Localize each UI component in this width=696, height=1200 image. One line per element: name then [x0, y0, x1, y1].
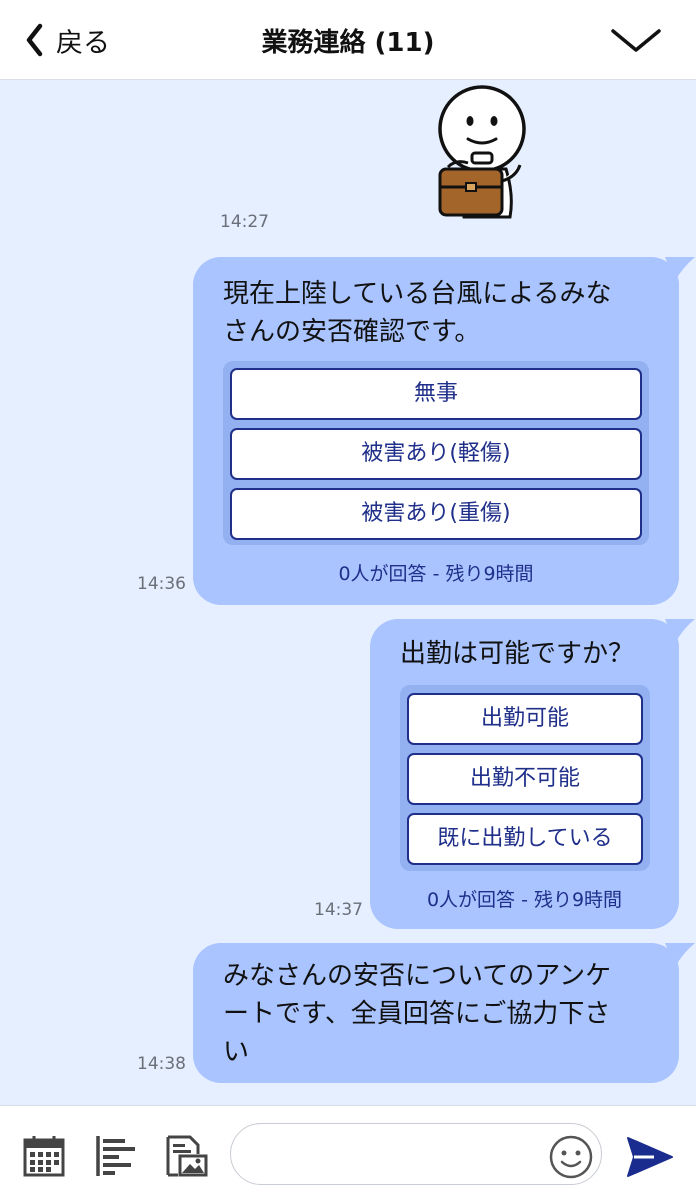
message-time: 14:27 — [220, 212, 269, 232]
message-bubble: 現在上陸している台風によるみな さんの安否確認です。 無事 被害あり(軽傷) 被… — [193, 257, 695, 605]
message-text: 現在上陸している台風によるみな さんの安否確認です。 — [223, 275, 611, 351]
send-icon[interactable] — [624, 1134, 676, 1180]
chat-header: 戻る 業務連絡 (11) — [0, 0, 696, 80]
message-input[interactable] — [230, 1123, 602, 1185]
chat-title: 業務連絡 (11) — [261, 28, 435, 58]
survey-option-button[interactable]: 出勤不可能 — [407, 753, 643, 805]
bubble-tail — [665, 257, 695, 281]
calendar-icon[interactable] — [22, 1134, 66, 1178]
message-time: 14:37 — [314, 900, 363, 920]
bar-list-icon[interactable] — [94, 1134, 138, 1178]
chat-area[interactable]: 14:27 14:36 現在上陸している台風によるみな さんの安否確認です。 無… — [0, 81, 696, 1105]
composer-bar — [0, 1105, 696, 1200]
survey-options: 無事 被害あり(軽傷) 被害あり(重傷) — [223, 361, 649, 545]
survey-option-button[interactable]: 被害あり(重傷) — [230, 488, 642, 540]
message-text-line: みなさんの安否についてのアンケ — [223, 961, 612, 991]
survey-option-button[interactable]: 出勤可能 — [407, 693, 643, 745]
message-text-line: ートです、全員回答にご協力下さ — [223, 999, 611, 1029]
survey-options: 出勤可能 出勤不可能 既に出勤している — [400, 685, 650, 871]
survey-status: 0人が回答 - 残り9時間 — [426, 889, 623, 911]
survey-status: 0人が回答 - 残り9時間 — [338, 563, 534, 585]
message-text: みなさんの安否についてのアンケ ートです、全員回答にご協力下さ い — [223, 957, 611, 1071]
survey-option-button[interactable]: 既に出勤している — [407, 813, 643, 865]
message-text-line: さんの安否確認です。 — [223, 317, 481, 347]
message-text-line: 出勤は可能ですか？ — [400, 639, 635, 669]
message-time: 14:38 — [137, 1054, 186, 1074]
message-bubble: みなさんの安否についてのアンケ ートです、全員回答にご協力下さ い — [193, 943, 695, 1083]
message-text-line: い — [223, 1037, 250, 1067]
bubble-tail — [665, 943, 695, 967]
survey-option-button[interactable]: 被害あり(軽傷) — [230, 428, 642, 480]
survey-option-button[interactable]: 無事 — [230, 368, 642, 420]
businessman-sticker-icon — [438, 85, 526, 219]
message-time: 14:36 — [137, 574, 186, 594]
message-text-line: 現在上陸している台風によるみな — [223, 279, 612, 309]
message-text: 出勤は可能ですか？ — [400, 635, 634, 673]
message-bubble: 出勤は可能ですか？ 出勤可能 出勤不可能 既に出勤している 0人が回答 - 残り… — [370, 619, 695, 929]
image-file-icon[interactable] — [164, 1134, 208, 1178]
chevron-down-icon[interactable] — [610, 26, 662, 56]
bubble-tail — [665, 619, 695, 643]
smiley-icon[interactable] — [548, 1134, 594, 1180]
